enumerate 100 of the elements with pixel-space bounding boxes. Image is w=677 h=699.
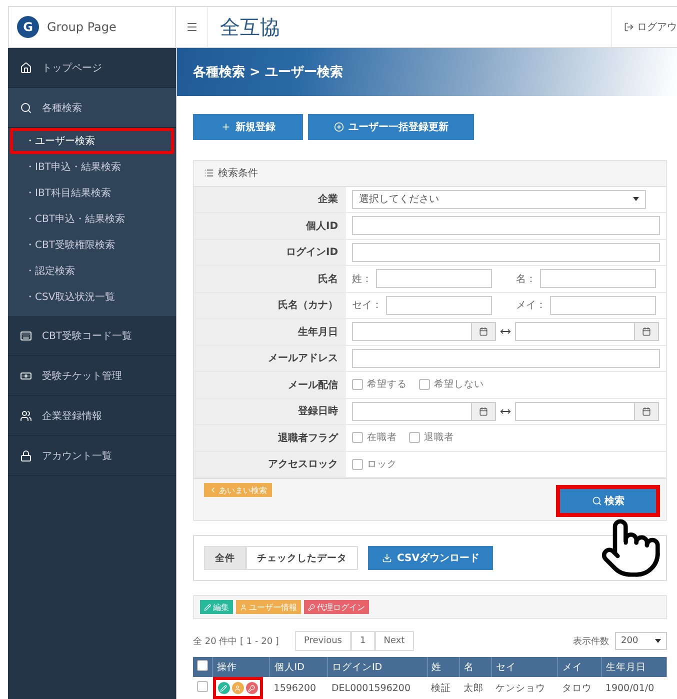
users-icon xyxy=(20,410,32,422)
checkbox-label: 希望しない xyxy=(434,378,484,392)
field-prefix: 名： xyxy=(516,272,536,286)
legend-tag: 編集 xyxy=(200,600,233,614)
checkbox[interactable] xyxy=(352,432,363,444)
input-field[interactable] xyxy=(352,348,660,368)
plus-circle-icon xyxy=(334,122,344,132)
calendar-icon xyxy=(642,327,651,336)
sidebar-subitem[interactable]: ・CSV取込状況一覧 xyxy=(10,284,174,310)
field-label: 登録日時 xyxy=(194,398,346,424)
field-label: 生年月日 xyxy=(194,319,346,344)
pencil-icon xyxy=(204,604,211,610)
date-field[interactable] xyxy=(515,402,659,421)
column-header: セイ xyxy=(491,657,558,677)
checkbox[interactable] xyxy=(409,432,420,444)
table-cell: 1900/01/0 xyxy=(601,677,666,699)
caret-icon xyxy=(655,639,661,643)
per-page-select[interactable]: 200 xyxy=(615,632,667,650)
new-register-button[interactable]: 新規登録 xyxy=(193,114,303,140)
date-field[interactable] xyxy=(515,322,659,342)
column-header: 名 xyxy=(459,657,492,677)
checkbox-label: 退職者 xyxy=(424,431,454,444)
input-field[interactable] xyxy=(540,269,656,288)
field-prefix: メイ： xyxy=(516,299,546,312)
calendar-button[interactable] xyxy=(634,402,658,420)
field-prefix: 姓： xyxy=(352,272,372,286)
table-cell: タロウ xyxy=(558,677,602,699)
filter-tab[interactable]: 全件 xyxy=(204,546,246,570)
checkbox-label: 在職者 xyxy=(367,431,397,444)
input-field[interactable] xyxy=(352,242,660,262)
pager-button[interactable]: Next xyxy=(374,631,414,651)
keyboard-icon xyxy=(20,330,32,342)
menu-icon xyxy=(186,21,198,33)
csv-download-button[interactable]: CSVダウンロード xyxy=(368,546,494,570)
checkbox[interactable] xyxy=(352,379,363,390)
sidebar-subitem[interactable]: ・認定検索 xyxy=(10,258,174,284)
table-cell: 検証 xyxy=(427,677,460,699)
breadcrumb-banner: 各種検索 > ユーザー検索 xyxy=(177,48,677,96)
caret-icon xyxy=(633,197,639,202)
result-count: 全 20 件中 [ 1 - 20 ] xyxy=(193,636,279,648)
calendar-button[interactable] xyxy=(471,323,495,340)
chevron-left-icon xyxy=(209,486,217,494)
logout-icon xyxy=(624,22,634,32)
company-select[interactable]: 選択してください xyxy=(352,190,646,209)
table-cell: DEL0001596200 xyxy=(327,677,428,699)
list-icon xyxy=(204,168,214,178)
user-icon xyxy=(240,604,247,610)
checkbox[interactable] xyxy=(197,681,208,692)
calendar-button[interactable] xyxy=(471,402,495,420)
sidebar-subitem[interactable]: ・IBT申込・結果検索 xyxy=(10,154,174,180)
legend-tag: 代理ログイン xyxy=(304,600,369,614)
checkbox[interactable] xyxy=(352,458,363,470)
input-field[interactable] xyxy=(550,296,656,315)
sidebar-subitem[interactable]: ・IBT科目結果検索 xyxy=(10,180,174,206)
lock-icon xyxy=(20,450,32,462)
search-button[interactable]: 検索 xyxy=(560,489,656,513)
field-label: メールアドレス xyxy=(194,346,346,371)
column-header: 個人ID xyxy=(270,657,328,677)
field-label: 個人ID xyxy=(194,213,346,238)
pager-button[interactable]: 1 xyxy=(350,631,375,651)
sidebar-item[interactable]: 各種検索 xyxy=(8,88,176,128)
sidebar-subitem[interactable]: ・CBT申込・結果検索 xyxy=(10,206,174,232)
column-header: 操作 xyxy=(212,657,270,677)
field-label: 退職者フラグ xyxy=(194,425,346,450)
input-field[interactable] xyxy=(352,216,660,236)
logout-link[interactable]: ログアウ xyxy=(611,7,677,47)
field-label: アクセスロック xyxy=(194,452,346,477)
calendar-icon xyxy=(479,406,488,416)
field-label: メール配信 xyxy=(194,372,346,398)
checkbox[interactable] xyxy=(197,660,208,671)
column-header: 姓 xyxy=(427,657,460,677)
calendar-button[interactable] xyxy=(634,323,658,340)
checkbox-label: ロック xyxy=(367,458,397,471)
field-label: 氏名 xyxy=(194,266,346,292)
field-label: ログインID xyxy=(194,240,346,265)
search-icon xyxy=(20,102,32,114)
logo-icon: G xyxy=(17,16,39,38)
date-field[interactable] xyxy=(352,322,496,342)
field-label: 氏名（カナ） xyxy=(194,292,346,318)
bulk-update-button[interactable]: ユーザー一括登録更新 xyxy=(308,114,474,140)
input-field[interactable] xyxy=(376,269,492,288)
input-field[interactable] xyxy=(386,296,492,315)
key-icon[interactable] xyxy=(246,682,258,694)
download-icon xyxy=(382,553,392,563)
per-page-label: 表示件数 xyxy=(573,636,609,648)
filter-tab[interactable]: チェックしたデータ xyxy=(246,546,358,570)
legend-tag: ユーザー情報 xyxy=(236,600,301,614)
pencil-icon[interactable] xyxy=(218,682,230,694)
checkbox[interactable] xyxy=(419,379,430,390)
table-cell: 1596200 xyxy=(270,677,328,699)
calendar-icon xyxy=(479,327,488,336)
column-header: メイ xyxy=(558,657,602,677)
column-header: ログインID xyxy=(327,657,428,677)
date-field[interactable] xyxy=(352,402,496,421)
user-icon[interactable] xyxy=(232,682,244,694)
pager-button[interactable]: Previous xyxy=(294,631,351,651)
sidebar-subitem[interactable]: ・ユーザー検索 xyxy=(10,128,174,154)
banknote-icon xyxy=(20,370,32,382)
sidebar-subitem[interactable]: ・CBT受験権限検索 xyxy=(10,232,174,258)
field-prefix: セイ： xyxy=(352,299,382,312)
